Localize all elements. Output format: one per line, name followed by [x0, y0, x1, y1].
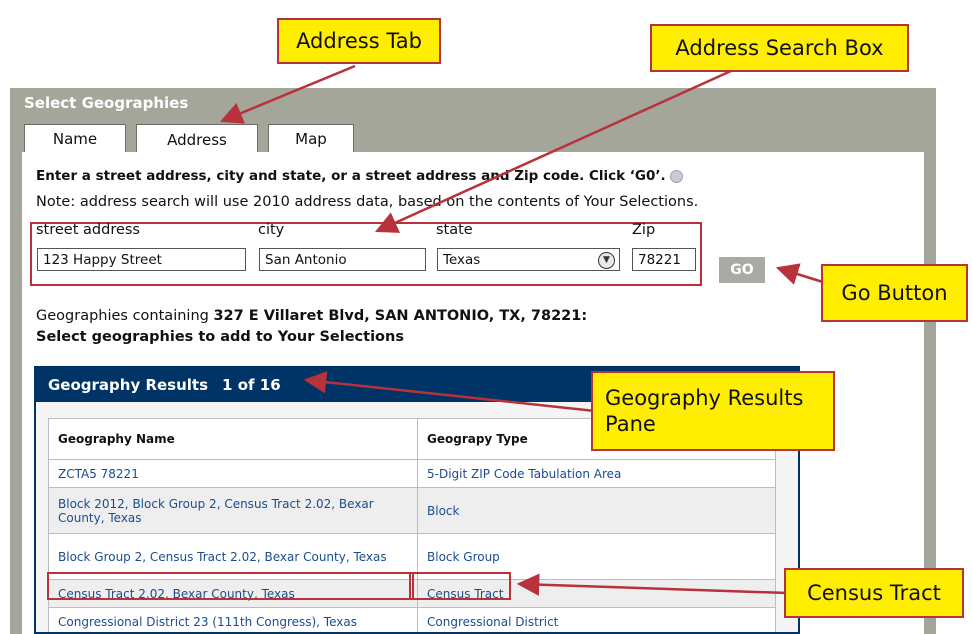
results-title: Geography Results [48, 376, 209, 394]
select-instruction: Select geographies to add to Your Select… [36, 329, 404, 345]
callout-address-tab-text: Address Tab [296, 29, 422, 53]
instructions: Enter a street address, city and state, … [36, 168, 683, 184]
callout-results-pane-line2: Pane [605, 412, 656, 436]
city-input[interactable] [259, 248, 426, 271]
tab-name-label: Name [52, 129, 98, 148]
callout-go-button: Go Button [821, 264, 968, 322]
callout-census-tract: Census Tract [784, 568, 964, 618]
table-row[interactable]: ZCTA5 78221 5-Digit ZIP Code Tabulation … [48, 459, 776, 488]
panel-title: Select Geographies [24, 94, 189, 112]
geography-type-link[interactable]: Block [417, 487, 776, 534]
table-row[interactable]: Block 2012, Block Group 2, Census Tract … [48, 487, 776, 534]
callout-go-button-text: Go Button [841, 281, 948, 305]
address-note: Note: address search will use 2010 addre… [36, 194, 699, 210]
matched-address: 327 E Villaret Blvd, SAN ANTONIO, TX, 78… [213, 308, 588, 324]
column-header-geography-name: Geography Name [48, 418, 418, 460]
callout-address-tab: Address Tab [277, 18, 441, 64]
census-tract-name-highlight [47, 572, 414, 600]
instructions-text: Enter a street address, city and state, … [36, 168, 666, 184]
state-select-value: Texas [443, 252, 481, 268]
results-count: 1 of 16 [222, 376, 281, 394]
tab-map[interactable]: Map [268, 124, 354, 152]
geography-type-link[interactable]: 5-Digit ZIP Code Tabulation Area [417, 459, 776, 488]
geography-type-link[interactable]: Congressional District [417, 607, 776, 632]
table-row[interactable]: Congressional District 23 (111th Congres… [48, 607, 776, 632]
census-tract-type-highlight [409, 572, 511, 600]
callout-address-search-box-text: Address Search Box [675, 36, 884, 60]
containing-prefix: Geographies containing [36, 308, 214, 324]
geography-name-link[interactable]: Congressional District 23 (111th Congres… [48, 607, 418, 632]
city-label: city [258, 222, 285, 238]
zip-label: Zip [632, 222, 656, 238]
callout-census-tract-text: Census Tract [807, 581, 941, 605]
tab-map-label: Map [295, 129, 327, 148]
zip-input[interactable] [632, 248, 696, 271]
tab-address[interactable]: Address [136, 124, 258, 154]
state-select[interactable]: Texas ▼ [437, 248, 620, 271]
select-geographies-panel: Select Geographies Name Address Map Ente… [10, 88, 936, 634]
help-circle-icon[interactable] [669, 169, 683, 183]
go-button[interactable]: GO [719, 257, 765, 283]
go-button-label: GO [730, 262, 754, 278]
geography-name-link[interactable]: Block 2012, Block Group 2, Census Tract … [48, 487, 418, 534]
containing-text: Geographies containing 327 E Villaret Bl… [36, 306, 587, 348]
geography-name-link[interactable]: ZCTA5 78221 [48, 459, 418, 488]
state-label: state [436, 222, 473, 238]
chevron-down-circle-icon: ▼ [598, 252, 615, 269]
tab-name[interactable]: Name [24, 124, 126, 152]
address-search-box: street address city state Texas ▼ Zip [30, 222, 702, 286]
tab-address-label: Address [167, 130, 227, 149]
callout-address-search-box: Address Search Box [650, 24, 909, 72]
street-address-label: street address [36, 222, 140, 238]
callout-geography-results-pane: Geography Results Pane [591, 371, 835, 451]
street-address-input[interactable] [37, 248, 246, 271]
callout-results-pane-line1: Geography Results [605, 386, 804, 410]
